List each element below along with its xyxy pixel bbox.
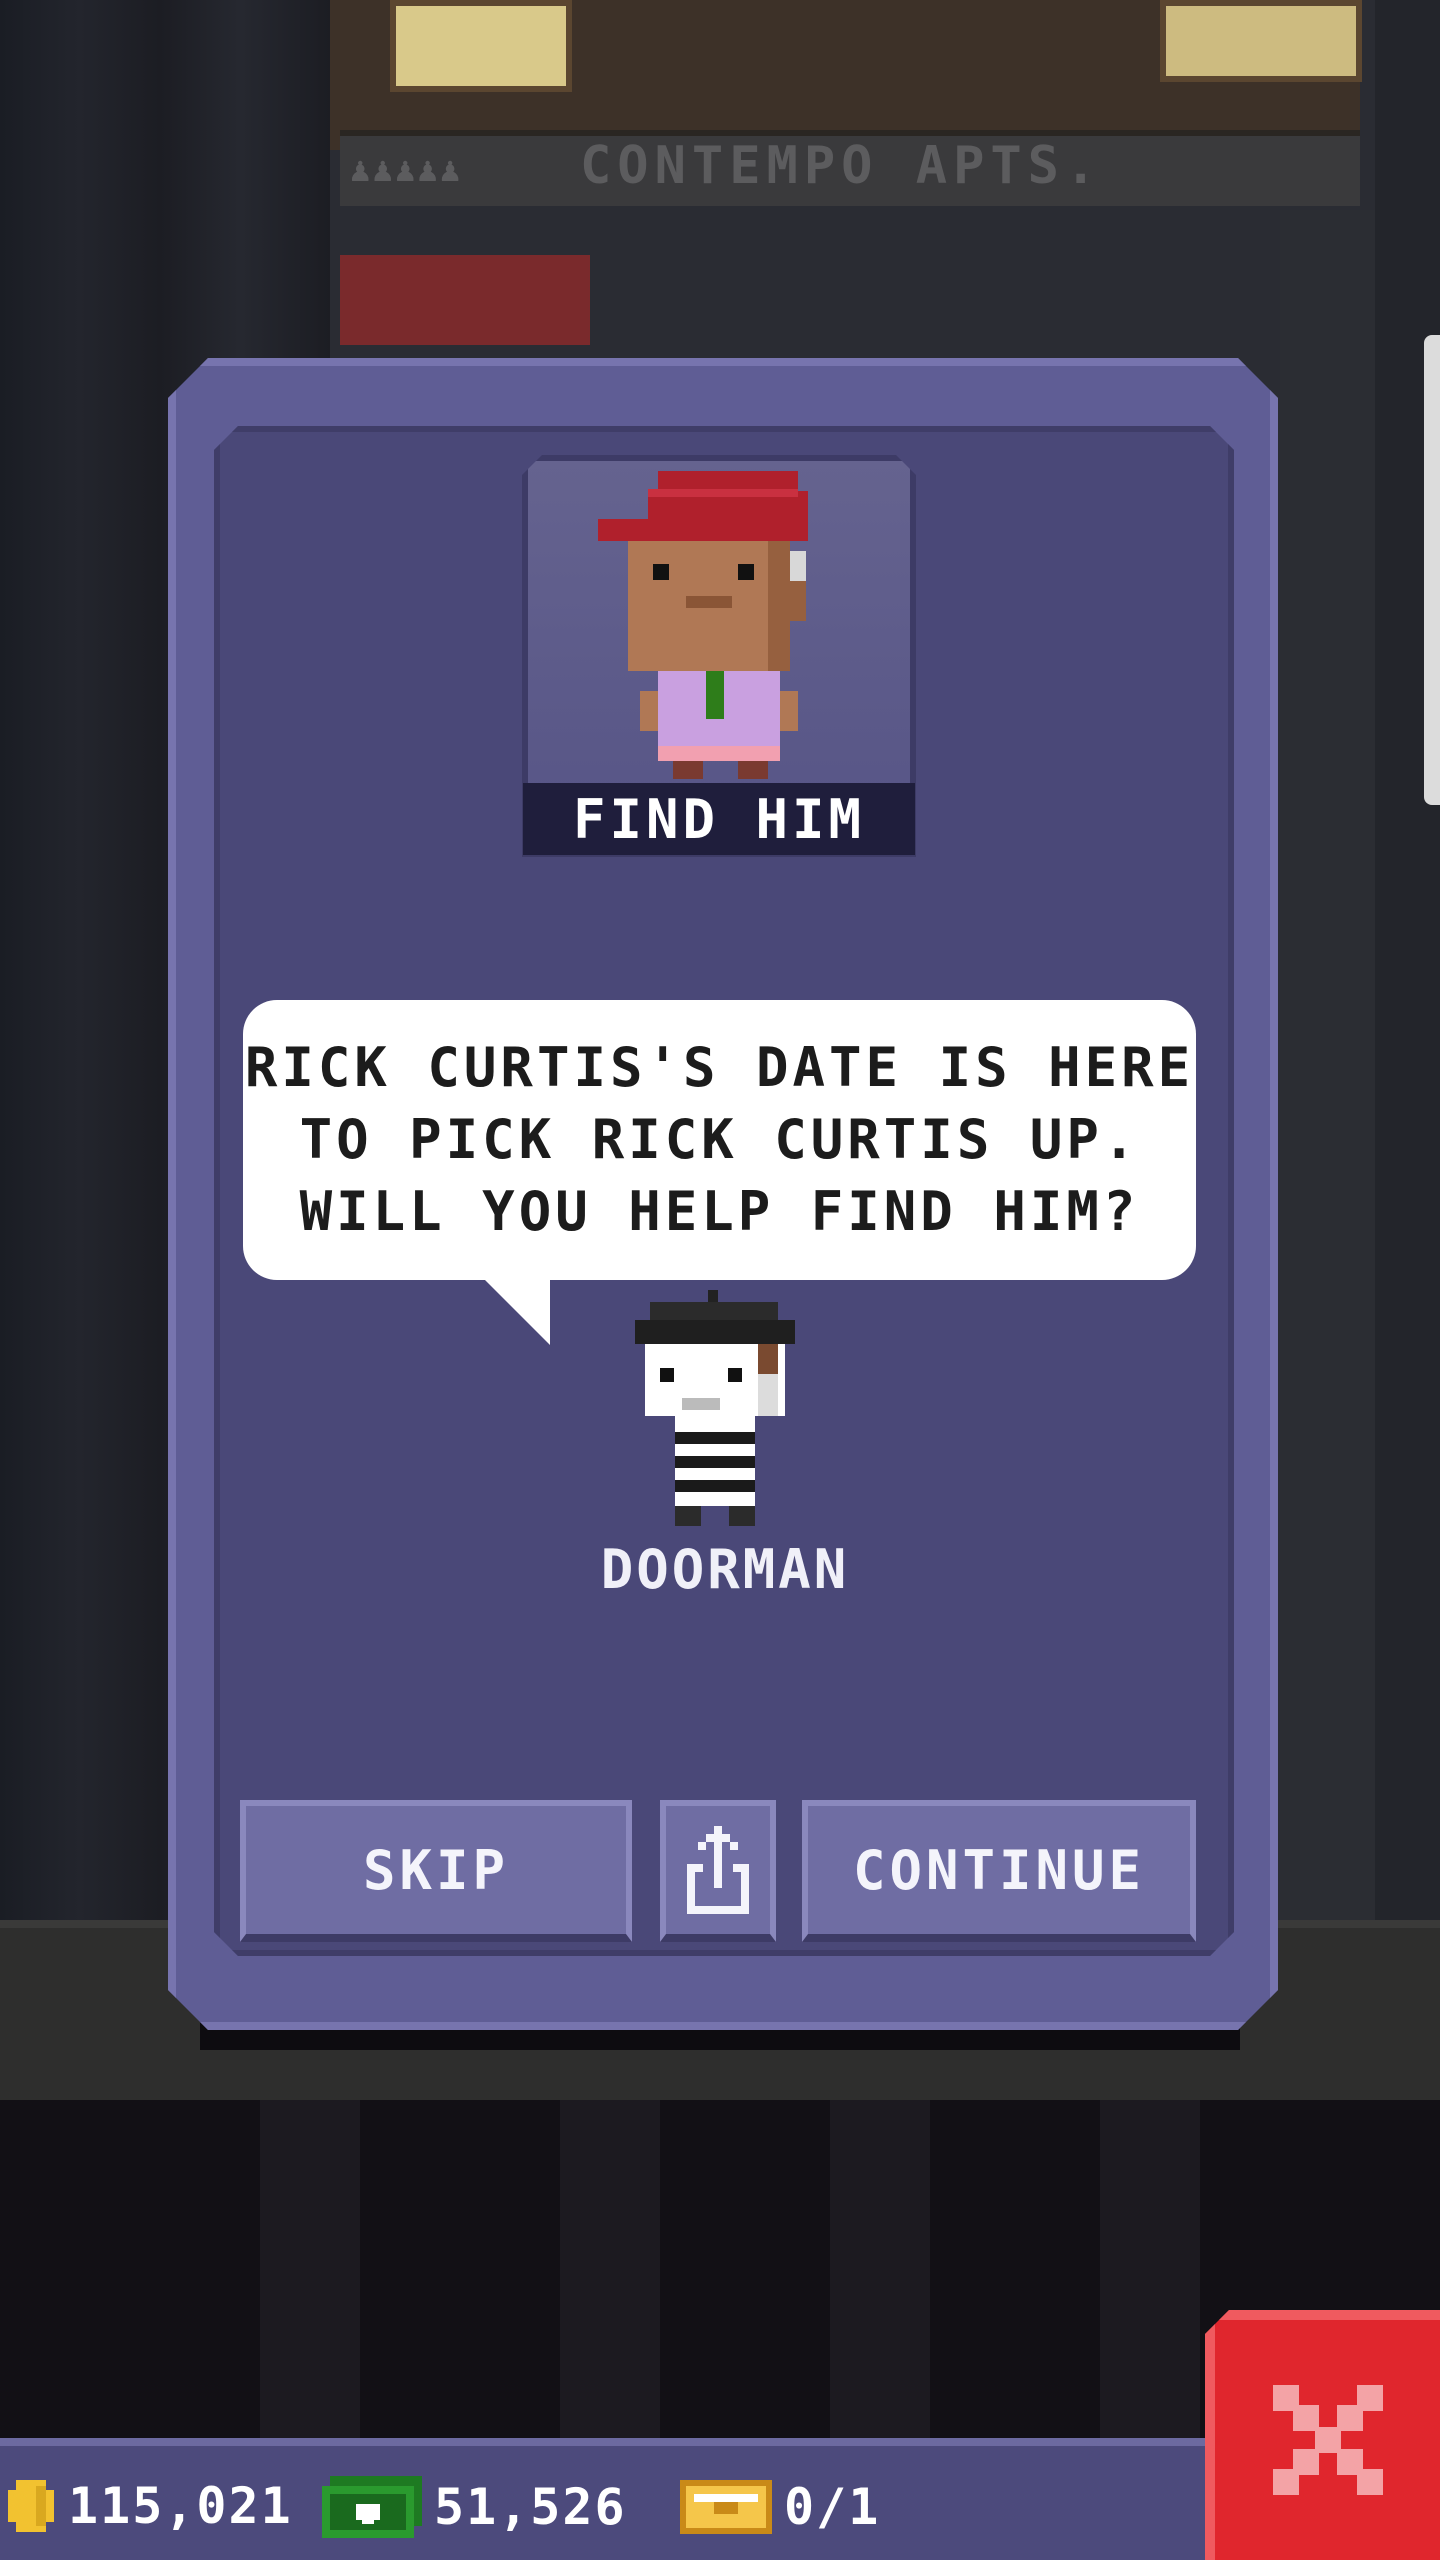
speech-line: WILL YOU HELP FIND HIM? [299,1180,1140,1243]
continue-label: CONTINUE [852,1838,1146,1902]
coin-icon [8,2480,54,2532]
npc-name: DOORMAN [600,1538,850,1601]
close-icon [1272,2385,1383,2495]
speech-line: TO PICK RICK CURTIS UP. [299,1108,1140,1171]
scroll-handle[interactable] [1424,335,1440,805]
basement-pillar [830,2100,930,2440]
bux-counter[interactable]: 51,526 [322,2476,627,2538]
speech-bubble: RICK CURTIS'S DATE IS HERE TO PICK RICK … [243,1000,1196,1280]
continue-button[interactable]: CONTINUE [802,1800,1196,1942]
close-button[interactable] [1205,2310,1440,2560]
share-icon [687,1826,749,1914]
bitizen-portrait-icon [528,461,910,791]
floor-sign-text: CONTEMPO APTS. [580,136,1103,196]
tickets-counter[interactable]: 0/1 [680,2476,880,2538]
basement-pillar [1100,2100,1200,2440]
tickets-value: 0/1 [784,2478,881,2536]
skip-button[interactable]: SKIP [240,1800,632,1942]
apartment-window [390,0,572,92]
coins-counter[interactable]: 115,021 [6,2476,293,2536]
basement-pillar [560,2100,660,2440]
portrait-label: FIND HIM [523,783,915,855]
resident-icons: ♟♟♟♟♟ [350,150,463,190]
golden-ticket-icon [680,2480,772,2534]
bux-icon [322,2476,422,2538]
coins-value: 115,021 [68,2477,293,2535]
bux-value: 51,526 [434,2478,627,2536]
basement-pillar [260,2100,360,2440]
share-button[interactable] [660,1800,776,1942]
floor-column [1375,0,1440,1930]
skip-label: SKIP [362,1838,510,1902]
doorman-avatar-icon [635,1290,795,1526]
speech-line: RICK CURTIS'S DATE IS HERE [244,1036,1195,1099]
floor-decor [340,255,590,345]
apartment-window [1160,0,1362,82]
